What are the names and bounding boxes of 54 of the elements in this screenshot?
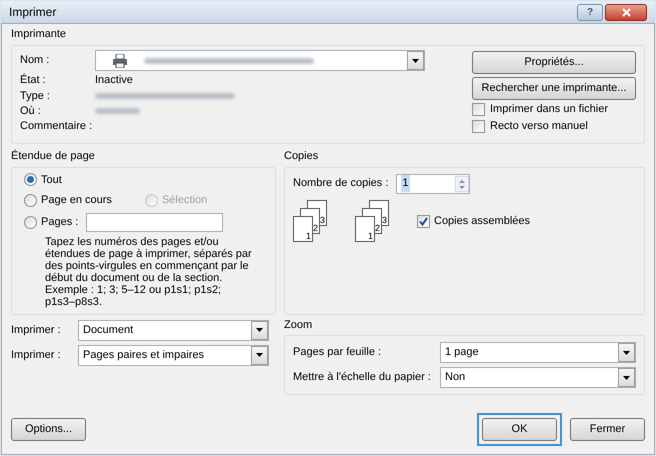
checkbox-label: Recto verso manuel — [490, 119, 588, 134]
field-label: Nombre de copies : — [293, 176, 388, 192]
radio-button[interactable] — [24, 194, 37, 207]
checkbox-label: Imprimer dans un fichier — [490, 102, 608, 118]
field-label: Pages par feuille : — [293, 345, 382, 360]
dropdown-field[interactable]: Pages paires et impaires — [78, 344, 269, 366]
ok-button[interactable]: OK — [482, 418, 557, 441]
field-label: Imprimer : — [11, 348, 62, 363]
radio-label: Page en cours — [41, 193, 112, 208]
pages-input[interactable] — [86, 212, 224, 232]
collated-pages-drawing: 1 2 3 — [355, 200, 389, 244]
window-title: Imprimer — [9, 4, 56, 21]
checkbox-label: Copies assemblées — [434, 214, 530, 230]
spinner-arrows-icon[interactable] — [455, 176, 470, 192]
checkbox[interactable] — [417, 215, 430, 228]
field-label: Type : — [20, 88, 51, 104]
group-title: Zoom — [284, 318, 314, 332]
dropdown-value: 1 page — [445, 345, 479, 360]
field-label: Imprimer : — [11, 322, 62, 338]
find-printer-button[interactable]: Rechercher une imprimante... — [472, 76, 636, 100]
dropdown-field[interactable]: Non — [440, 367, 636, 388]
dropdown-field[interactable]: 1 page — [440, 342, 636, 363]
checkbox[interactable] — [472, 103, 485, 116]
help-button[interactable]: ? — [577, 4, 603, 20]
radio-label: Sélection — [162, 193, 208, 208]
dropdown-value: Document — [83, 322, 134, 338]
options-button[interactable]: Options... — [11, 418, 86, 441]
close-icon — [622, 8, 630, 16]
status-value: Inactive — [95, 73, 133, 88]
printer-icon — [112, 54, 128, 68]
radio-label: Pages : — [41, 214, 78, 230]
close-button[interactable] — [605, 4, 647, 20]
collated-pages-drawing: 1 2 3 — [293, 200, 327, 244]
radio-button[interactable] — [24, 173, 37, 186]
help-text: Tapez les numéros des pages et/ou étendues de page à imprimer, séparés par des points-virgules en commençant par le début du document ou de la section. Exemple : 1; 3; 5–12 ou p1s1; p1s2; p1s3–p8s3. — [44, 236, 252, 310]
radio-button[interactable] — [24, 216, 37, 228]
redacted-text — [95, 108, 140, 114]
radio-label: Tout — [41, 172, 62, 188]
copies-spinner[interactable]: 1 — [396, 174, 470, 194]
close-dialog-button[interactable]: Fermer — [570, 418, 645, 441]
group-title: Étendue de page — [11, 148, 96, 164]
field-label: État : — [20, 72, 47, 88]
field-label: Nom : — [20, 53, 50, 68]
dropdown-value: Non — [445, 370, 466, 386]
dropdown-field[interactable]: Document — [78, 320, 269, 340]
dropdown-value: Pages paires et impaires — [83, 348, 204, 363]
field-label: Où : — [20, 104, 42, 119]
field-label: Commentaire : — [20, 118, 92, 134]
properties-button[interactable]: Propriétés... — [472, 50, 636, 74]
group-title: Imprimante — [11, 27, 68, 42]
group-title: Copies — [284, 149, 320, 164]
field-label: Mettre à l'échelle du papier : — [293, 370, 431, 386]
copies-value: 1 — [401, 175, 410, 192]
checkbox[interactable] — [472, 120, 485, 133]
